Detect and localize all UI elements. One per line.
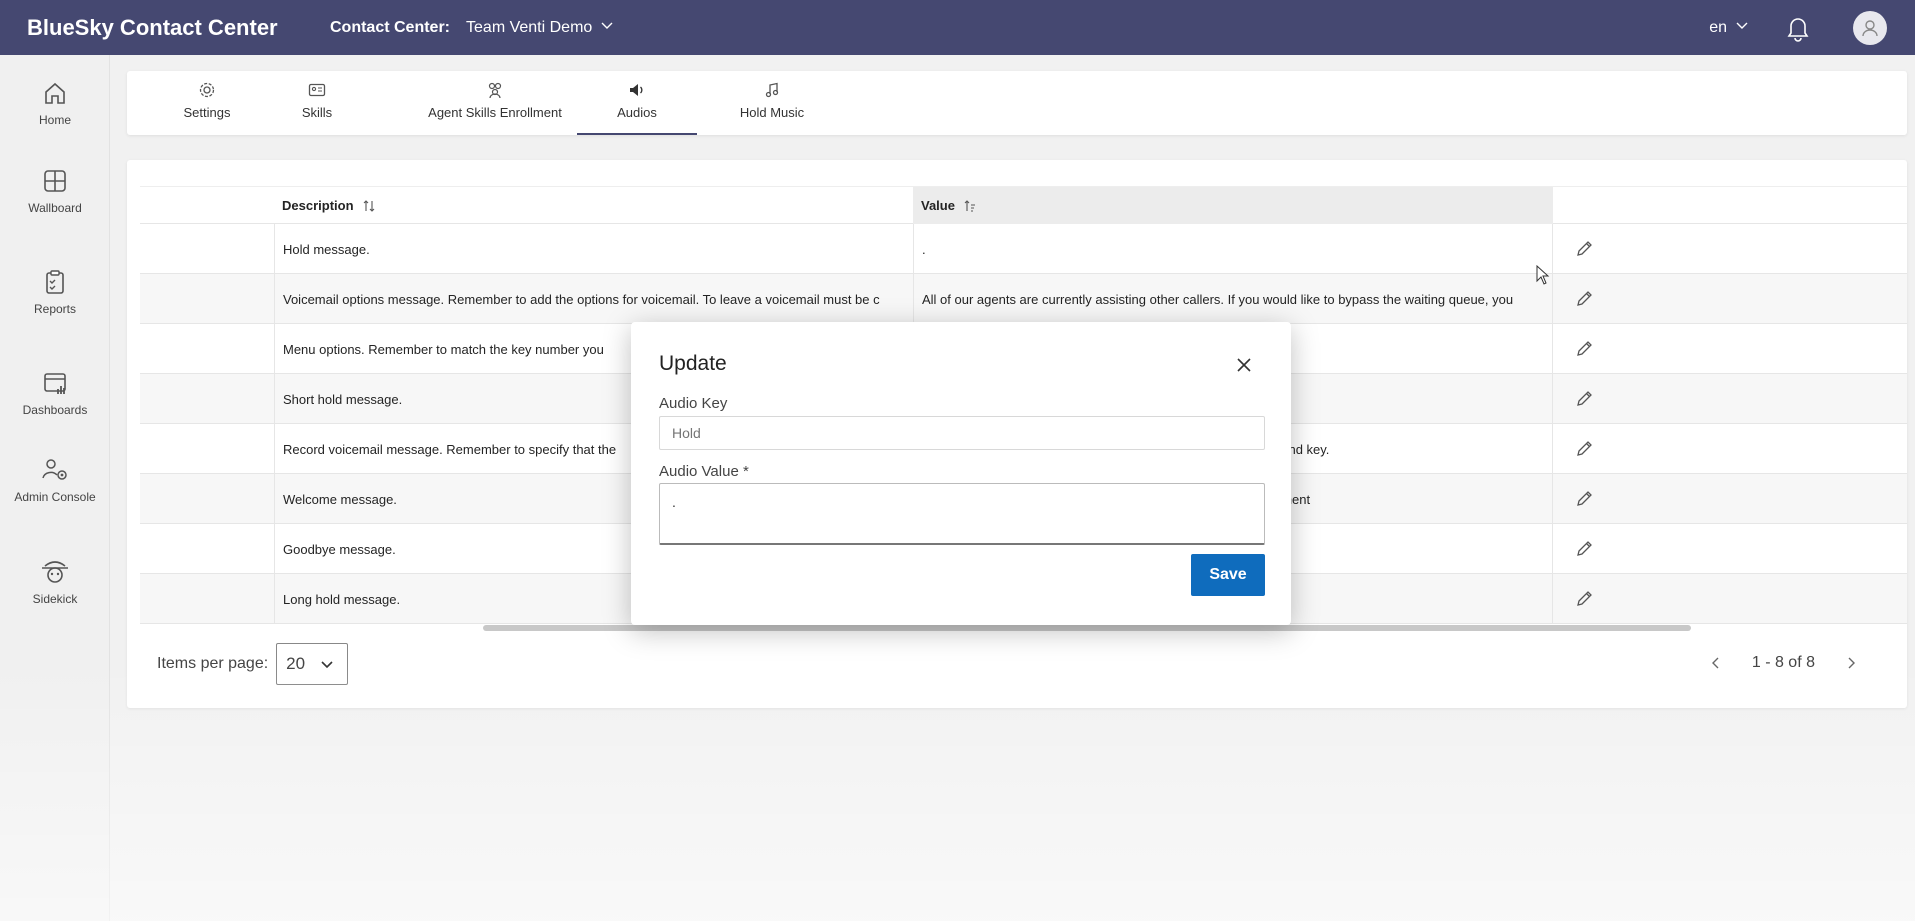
edit-pencil-icon[interactable] [1574,489,1594,509]
edit-pencil-icon[interactable] [1574,289,1594,309]
edit-pencil-icon[interactable] [1574,589,1594,609]
rail-item-label: Home [38,113,71,127]
notifications-bell-icon[interactable] [1785,14,1811,42]
audio-key-label: Audio Key [659,395,728,412]
tab-skills[interactable]: Skills [277,71,357,135]
admin-console-icon [42,459,67,480]
horizontal-scrollbar[interactable] [483,625,1691,631]
chevron-down-icon [1735,18,1749,37]
contact-center-label: Contact Center: [330,18,451,36]
dialog-title: Update [659,352,727,375]
column-header-label: Description [282,198,354,213]
edit-pencil-icon[interactable] [1574,239,1594,259]
previous-page-icon[interactable] [1710,656,1722,670]
sort-icon [363,199,374,212]
items-per-page-label: Items per page: [157,655,269,672]
tab-label: Agent Skills Enrollment [428,105,562,120]
edit-pencil-icon[interactable] [1574,339,1594,359]
people-icon [488,82,502,99]
tab-label: Audios [617,105,657,120]
tab-bar: Settings Skills Agent Skills Enrollment … [127,71,1907,135]
rail-item-label: Admin Console [14,490,96,504]
sort-ascending-icon [964,199,975,212]
reports-icon [46,270,64,294]
table-row[interactable]: Hold message. . [140,224,1907,274]
contact-center-selector[interactable]: Contact Center: Team Venti Demo [330,18,614,37]
app-title: BlueSky Contact Center [27,14,278,40]
language-value: en [1709,18,1727,36]
rail-item-label: Reports [33,302,77,316]
rail-item-home[interactable]: Home [0,79,110,127]
top-bar: BlueSky Contact Center Contact Center: T… [0,0,1915,55]
language-selector[interactable]: en [1709,18,1749,37]
dashboards-icon [44,373,66,394]
contact-center-value: Team Venti Demo [466,18,593,36]
rail-item-label: Sidekick [32,592,78,606]
rail-item-label: Wallboard [28,201,82,215]
tab-hold-music[interactable]: Hold Music [712,71,832,135]
value-cell: . [913,224,1553,274]
user-avatar[interactable] [1853,10,1887,45]
next-page-icon[interactable] [1845,656,1857,670]
rail-item-reports[interactable]: Reports [0,268,110,316]
close-icon[interactable] [1235,356,1253,374]
rail-item-wallboard[interactable]: Wallboard [0,167,110,215]
gear-icon [199,82,215,98]
audio-key-input[interactable] [659,416,1265,450]
update-dialog: Update Audio Key Audio Value * . Save [631,322,1291,625]
value-cell: All of our agents are currently assistin… [913,274,1553,324]
tab-agent-skills-enrollment[interactable]: Agent Skills Enrollment [395,71,595,135]
wallboard-icon [44,170,66,192]
tab-settings[interactable]: Settings [157,71,257,135]
id-card-icon [308,83,326,97]
rail-item-dashboards[interactable]: Dashboards [0,369,110,417]
items-per-page-select[interactable]: 20 [276,643,349,685]
items-per-page: Items per page: 20 [157,643,349,685]
person-icon [1862,19,1878,36]
edit-pencil-icon[interactable] [1574,389,1594,409]
pagination-range: 1 - 8 of 8 [1751,654,1815,671]
sidekick-icon [42,561,68,583]
table-header: Description Value [140,186,1907,224]
edit-pencil-icon[interactable] [1574,439,1594,459]
rail-item-label: Dashboards [22,403,88,417]
tab-label: Hold Music [739,105,805,120]
rail-item-sidekick[interactable]: Sidekick [0,556,110,606]
pagination-controls: 1 - 8 of 8 [1710,654,1857,672]
audio-value-textarea[interactable]: . [659,483,1265,545]
edit-pencil-icon[interactable] [1574,539,1594,559]
mouse-cursor-icon [1536,265,1550,285]
tab-audios[interactable]: Audios [577,71,697,135]
tab-label: Skills [301,105,333,120]
description-cell: Voicemail options message. Remember to a… [274,274,913,324]
description-cell: Hold message. [274,224,913,274]
items-per-page-value: 20 [286,654,306,673]
column-header-description[interactable]: Description [274,187,913,224]
speaker-icon [630,84,643,96]
column-header-value[interactable]: Value [913,187,1553,224]
table-row[interactable]: Voicemail options message. Remember to a… [140,274,1907,324]
column-header-label: Value [921,198,955,213]
audio-value-label: Audio Value * [659,463,749,480]
home-icon [45,82,65,104]
chevron-down-icon [321,661,333,669]
music-note-icon [765,82,779,98]
rail-item-admin-console[interactable]: Admin Console [0,456,110,504]
tab-label: Settings [183,105,231,120]
chevron-down-icon [600,18,614,37]
left-navigation-rail: Home Wallboard Reports Dashboards Admin … [0,55,110,921]
save-button[interactable]: Save [1191,554,1265,596]
